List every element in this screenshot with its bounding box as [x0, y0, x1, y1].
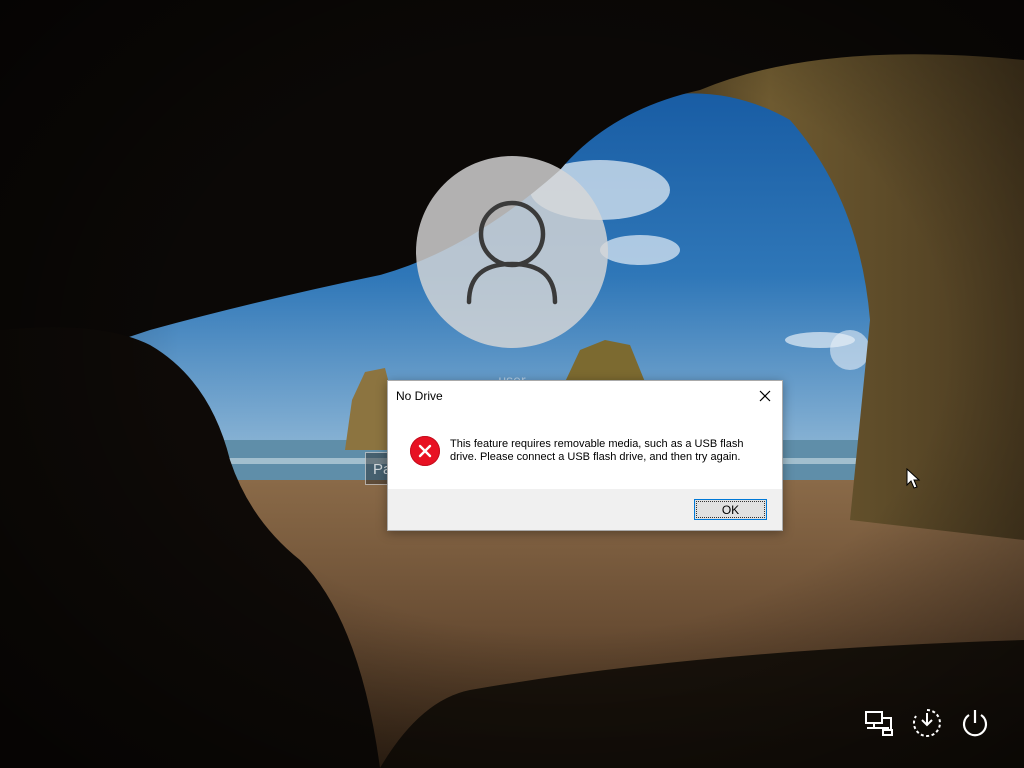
dialog-footer: OK [388, 489, 782, 530]
dialog-message: This feature requires removable media, s… [450, 438, 744, 463]
power-icon [962, 710, 988, 737]
network-icon [865, 711, 893, 736]
ok-button[interactable]: OK [694, 499, 767, 520]
network-button[interactable] [862, 706, 896, 740]
mouse-pointer-icon [906, 468, 921, 489]
power-button[interactable] [958, 706, 992, 740]
close-button[interactable] [752, 385, 778, 407]
user-avatar [416, 156, 608, 348]
no-drive-dialog: No Drive This feature requires removable… [387, 380, 783, 531]
error-x-icon [410, 436, 440, 466]
close-icon [759, 390, 771, 402]
ease-of-access-button[interactable] [910, 706, 944, 740]
user-icon [466, 200, 558, 305]
dialog-title: No Drive [396, 389, 443, 403]
ease-of-access-icon [913, 709, 941, 737]
